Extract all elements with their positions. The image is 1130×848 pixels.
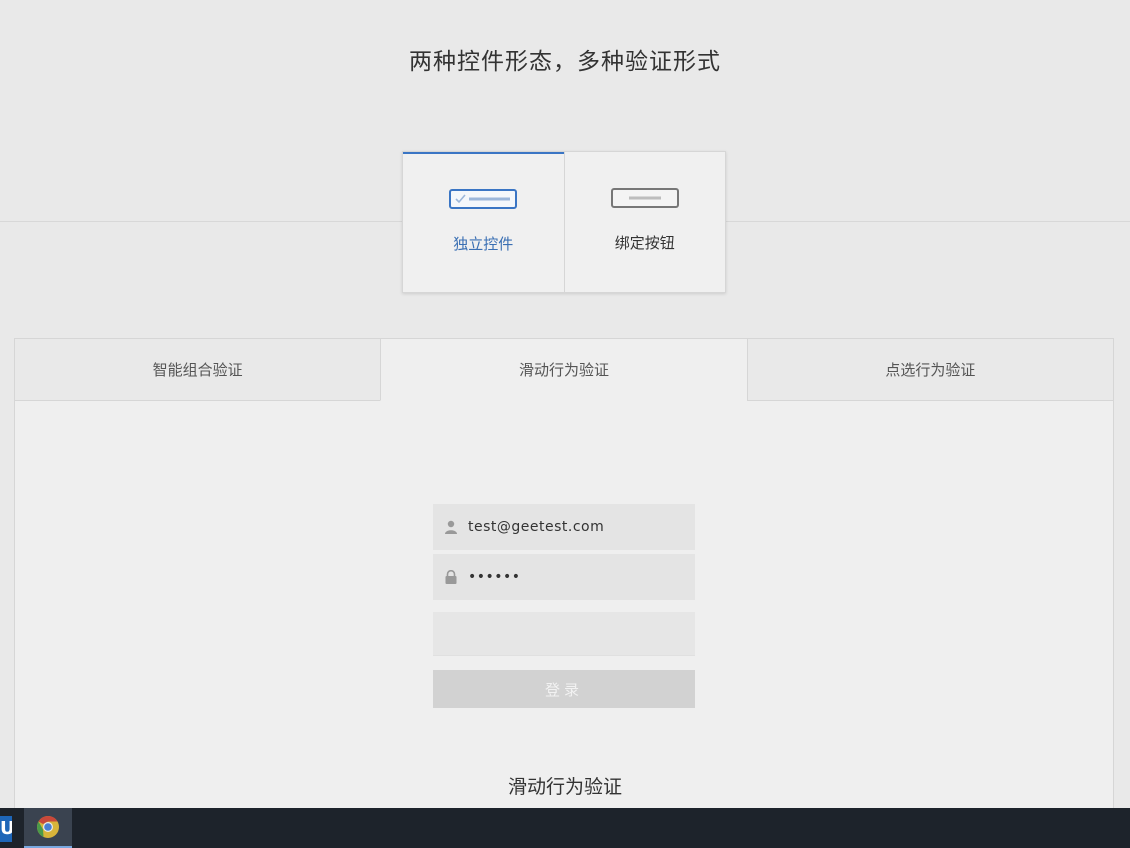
chrome-icon — [37, 816, 59, 838]
standalone-widget-icon — [449, 189, 518, 209]
section-heading: 滑动行为验证 — [507, 776, 622, 798]
tab-click-select[interactable]: 点选行为验证 — [746, 339, 1113, 401]
page-title: 两种控件形态，多种验证形式 — [409, 49, 721, 75]
taskbar-app-icon[interactable]: U — [0, 816, 12, 842]
lock-icon — [445, 570, 457, 584]
username-field[interactable] — [433, 504, 695, 550]
mode-option-label: 独立控件 — [453, 235, 514, 253]
username-input[interactable] — [468, 519, 688, 535]
taskbar-chrome-button[interactable] — [24, 808, 72, 848]
taskbar: U — [0, 808, 1130, 848]
password-input[interactable] — [468, 569, 688, 585]
user-icon — [445, 520, 457, 534]
mode-switch: 独立控件 绑定按钮 — [402, 151, 726, 293]
captcha-widget[interactable] — [433, 612, 695, 656]
password-field[interactable] — [433, 554, 695, 600]
mode-option-label: 绑定按钮 — [614, 234, 675, 252]
verification-tabs: 智能组合验证 滑动行为验证 点选行为验证 — [15, 339, 1113, 401]
tab-slide[interactable]: 滑动行为验证 — [380, 339, 747, 401]
login-button[interactable]: 登录 — [433, 670, 695, 708]
bind-button-icon — [610, 188, 679, 208]
mode-option-bind-button[interactable]: 绑定按钮 — [563, 152, 726, 292]
tab-smart-combo[interactable]: 智能组合验证 — [15, 339, 381, 401]
demo-panel: 智能组合验证 滑动行为验证 点选行为验证 登录 滑动行为验证 — [14, 338, 1114, 818]
mode-option-standalone[interactable]: 独立控件 — [403, 152, 564, 292]
login-form: 登录 — [433, 504, 695, 708]
